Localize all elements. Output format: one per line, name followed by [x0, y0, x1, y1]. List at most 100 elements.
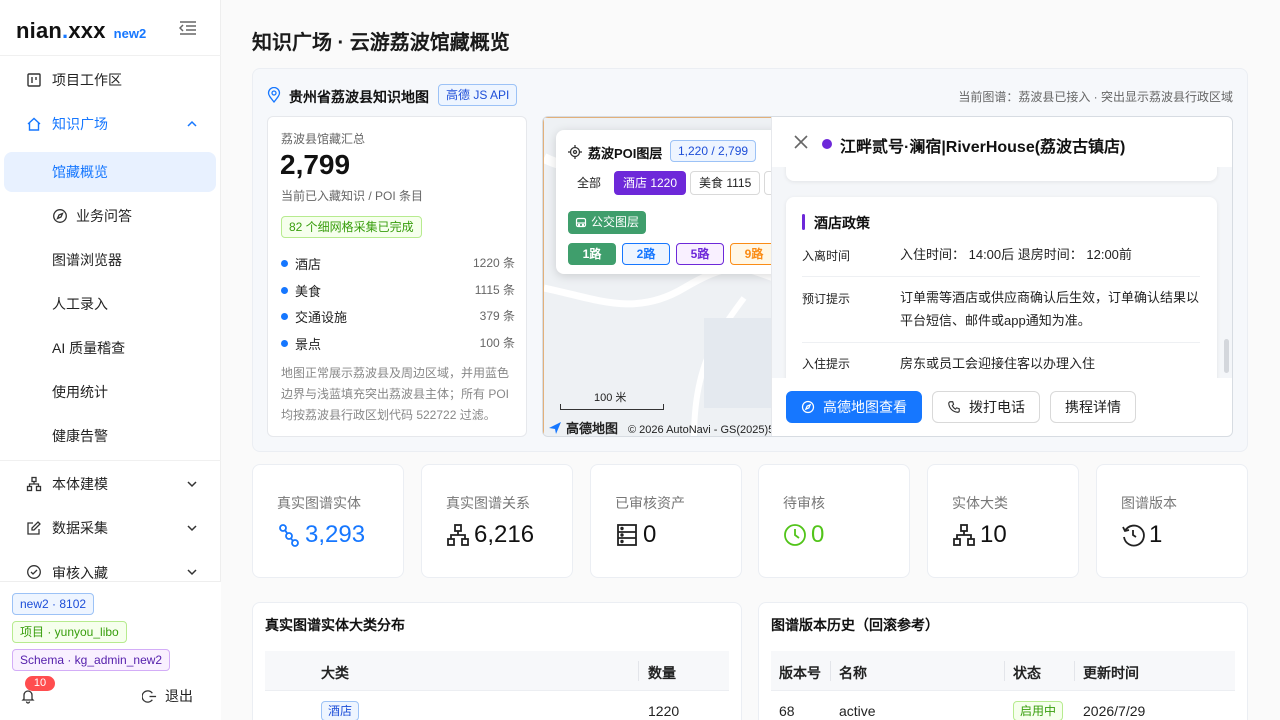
section-accent-bar	[802, 214, 805, 230]
sidebar-item-health-alerts[interactable]: 健康告警	[4, 416, 216, 456]
policy-key: 入住提示	[802, 357, 851, 371]
sidebar-item-data-collection[interactable]: 数据采集	[4, 508, 216, 548]
sidebar-item-collection-overview[interactable]: 馆藏概览	[4, 152, 216, 192]
phone-icon	[948, 401, 960, 413]
board-icon	[27, 73, 41, 87]
history-icon	[1122, 524, 1145, 547]
stat-value-wrap: 0	[783, 521, 824, 549]
sidebar-item-usage-stats[interactable]: 使用统计	[4, 372, 216, 412]
location-pin-icon	[267, 87, 281, 103]
stat-value: 10	[980, 521, 1007, 548]
button-label: 高德地图查看	[823, 399, 907, 415]
sidebar-divider	[0, 460, 221, 461]
hierarchy-icon	[447, 524, 469, 546]
brand-logo[interactable]: nian.xxx new2	[16, 18, 146, 44]
count-cell: 1220	[648, 703, 680, 719]
sidebar-item-label: 图谱浏览器	[52, 252, 122, 268]
table-header: 大类 数量	[265, 651, 729, 691]
sidebar-item-ai-audit[interactable]: AI 质量稽查	[4, 328, 216, 368]
sidebar-item-label: 审核入藏	[52, 565, 108, 581]
poi-count-tag: 1,220 / 2,799	[670, 140, 757, 162]
sidebar-item-label: AI 质量稽查	[52, 340, 126, 356]
route-2-chip[interactable]: 2路	[622, 243, 670, 265]
sidebar-footer: new2 · 8102 项目 · yunyou_libo Schema · kg…	[0, 581, 221, 720]
sidebar-item-knowledge[interactable]: 知识广场	[4, 104, 216, 144]
column-separator	[830, 661, 831, 681]
compass-icon	[53, 209, 67, 223]
poi-detail-title: 江畔贰号·澜宿|RiverHouse(荔波古镇店)	[840, 139, 1126, 156]
brand-name: nian	[16, 18, 63, 43]
category-row[interactable]: 美食 1115 条	[281, 281, 515, 299]
sidebar-item-label: 项目工作区	[52, 72, 122, 88]
ctrip-detail-button[interactable]: 携程详情	[1050, 391, 1136, 423]
route-1-chip[interactable]: 1路	[568, 243, 616, 265]
route-5-chip[interactable]: 5路	[676, 243, 724, 265]
category-row[interactable]: 景点 100 条	[281, 334, 515, 352]
category-row[interactable]: 交通设施 379 条	[281, 307, 515, 325]
amap-arrow-icon	[549, 421, 561, 434]
poi-layer-title: 荔波POI图层	[588, 146, 663, 161]
filter-hotel-chip[interactable]: 酒店 1220	[614, 171, 687, 195]
previous-section-card	[786, 167, 1217, 181]
category-dot	[281, 340, 288, 347]
category-count: 1115 条	[474, 283, 515, 297]
policy-value: 入住时间： 14:00后 退房时间： 12:00前	[900, 247, 1132, 262]
collection-summary: 荔波县馆藏汇总 2,799 当前已入藏知识 / POI 条目 82 个细网格采集…	[267, 116, 527, 437]
menu-fold-icon[interactable]	[179, 20, 197, 36]
stat-label: 待审核	[783, 495, 825, 511]
card-title: 真实图谱实体大类分布	[265, 617, 405, 633]
column-header[interactable]: 版本号	[779, 663, 821, 683]
category-count: 100 条	[479, 336, 515, 350]
call-button[interactable]: 拨打电话	[932, 391, 1040, 423]
bus-layer-toggle[interactable]: 公交图层	[568, 211, 647, 234]
stat-value-wrap: 6,216	[446, 521, 534, 549]
policy-key: 入离时间	[802, 249, 851, 263]
category-name: 美食	[295, 284, 322, 299]
sidebar-item-graph-browser[interactable]: 图谱浏览器	[4, 240, 216, 280]
close-icon[interactable]	[794, 135, 808, 149]
filter-food-chip[interactable]: 美食 1115	[690, 171, 761, 195]
filter-all-chip[interactable]: 全部	[568, 171, 610, 195]
sidebar-item-review-collect[interactable]: 审核入藏	[4, 552, 216, 581]
map-scale-label: 100 米	[594, 392, 627, 404]
column-header[interactable]: 名称	[839, 663, 867, 683]
column-header[interactable]: 大类	[321, 663, 349, 683]
logout-button[interactable]: 退出	[142, 686, 193, 706]
entity-distribution-card: 真实图谱实体大类分布 大类 数量 酒店 1220	[252, 602, 742, 720]
sidebar-item-ontology[interactable]: 本体建模	[4, 464, 216, 504]
hierarchy-icon	[953, 524, 975, 546]
grid-complete-tag: 82 个细网格采集已完成	[281, 216, 422, 238]
sidebar-item-manual-entry[interactable]: 人工录入	[4, 284, 216, 324]
policy-value: 房东或员工会迎接住客以办理入住	[900, 356, 1096, 371]
stat-label: 真实图谱实体	[277, 495, 361, 511]
network-icon	[279, 524, 299, 547]
sidebar-item-workspace[interactable]: 项目工作区	[4, 60, 216, 100]
map-view[interactable]: 荔波POI图层 1,220 / 2,799 全部 酒店 1220 美食 1115…	[542, 116, 1233, 437]
stat-value: 1	[1149, 521, 1163, 548]
stat-label: 实体大类	[952, 495, 1008, 511]
brand-name-tail: xxx	[68, 18, 106, 43]
map-canvas[interactable]: 荔波POI图层 1,220 / 2,799 全部 酒店 1220 美食 1115…	[543, 117, 806, 436]
column-header[interactable]: 数量	[648, 663, 676, 683]
category-name: 景点	[295, 337, 322, 352]
chevron-up-icon	[187, 120, 197, 127]
sidebar-item-business-qa[interactable]: 业务问答	[4, 196, 216, 236]
bus-layer-label: 公交图层	[591, 215, 640, 229]
notification-badge: 10	[25, 676, 55, 691]
column-header[interactable]: 更新时间	[1083, 663, 1139, 683]
category-row[interactable]: 酒店 1220 条	[281, 254, 515, 272]
poi-detail-panel: 江畔贰号·澜宿|RiverHouse(荔波古镇店) 酒店政策 入离时间 入住时间…	[771, 117, 1232, 436]
poi-detail-scroll[interactable]: 酒店政策 入离时间 入住时间： 14:00后 退房时间： 12:00前 预订提示…	[772, 167, 1232, 378]
stat-value-wrap: 3,293	[277, 521, 365, 549]
column-header[interactable]: 状态	[1013, 663, 1041, 683]
table-header: 版本号 名称 状态 更新时间	[771, 651, 1235, 691]
scrollbar-thumb[interactable]	[1224, 339, 1229, 373]
sidebar-item-label: 健康告警	[52, 428, 108, 444]
summary-label: 荔波县馆藏汇总	[281, 132, 366, 146]
sidebar-item-label: 馆藏概览	[52, 164, 108, 180]
view-in-amap-button[interactable]: 高德地图查看	[786, 391, 922, 423]
project-tag: 项目 · yunyou_libo	[12, 621, 127, 643]
stat-value: 6,216	[474, 521, 535, 548]
map-scale-bar	[560, 404, 664, 410]
stat-value-wrap: 0	[615, 521, 656, 549]
